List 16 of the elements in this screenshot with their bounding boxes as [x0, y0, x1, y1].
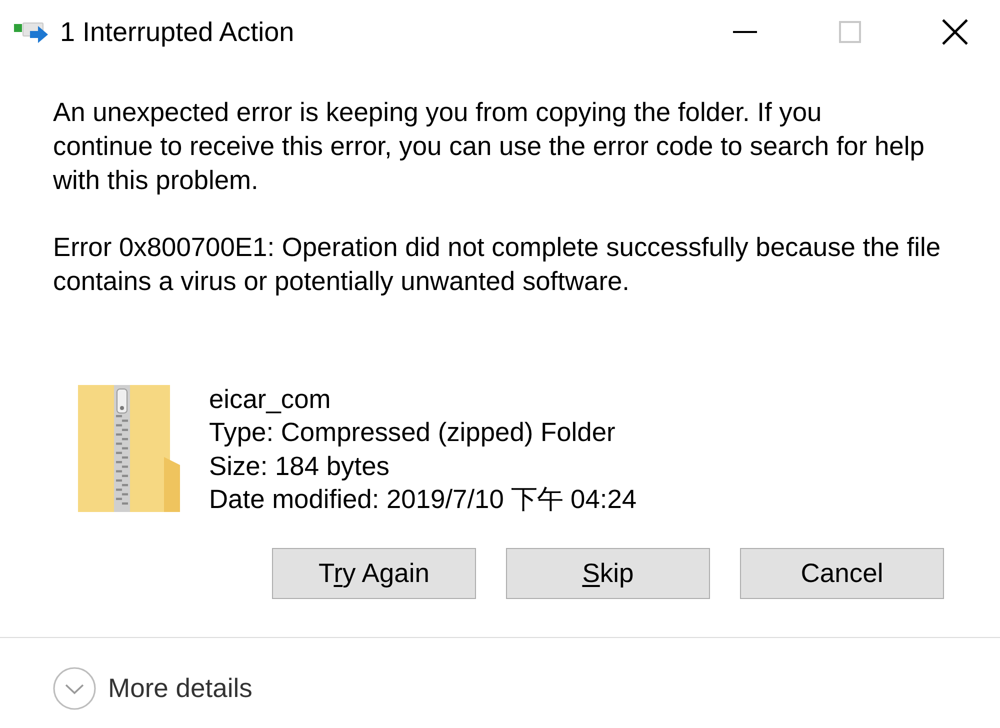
error-code-text: Error 0x800700E1: Operation did not complete successfully because the file contains a virus or potentially unwanted software. [53, 231, 942, 298]
close-icon [942, 19, 968, 45]
dialog-button[interactable]: Skip [506, 548, 710, 600]
minimize-icon [732, 31, 756, 33]
file-name: eicar_com [209, 383, 332, 416]
transfer-icon [14, 21, 48, 43]
file-detail: Date modified: 2019/7/10 下午 04:24 [209, 482, 637, 516]
window-title: 1 Interrupted Action [60, 16, 296, 48]
dialog-button[interactable]: Cancel [740, 548, 944, 600]
error-message: An unexpected error is keeping you from copying the folder. If you continue to receive this error, you can use the error code to search for help with this problem. [53, 96, 926, 197]
file-detail: Type: Compressed (zipped) Folder [209, 416, 616, 450]
file-detail: Size: 184 bytes [209, 450, 390, 483]
dialog-button[interactable]: Try Again [272, 548, 476, 600]
more-details-toggle[interactable]: More details [53, 667, 252, 710]
maximize-icon [838, 21, 860, 43]
zip-folder-icon [78, 385, 180, 512]
